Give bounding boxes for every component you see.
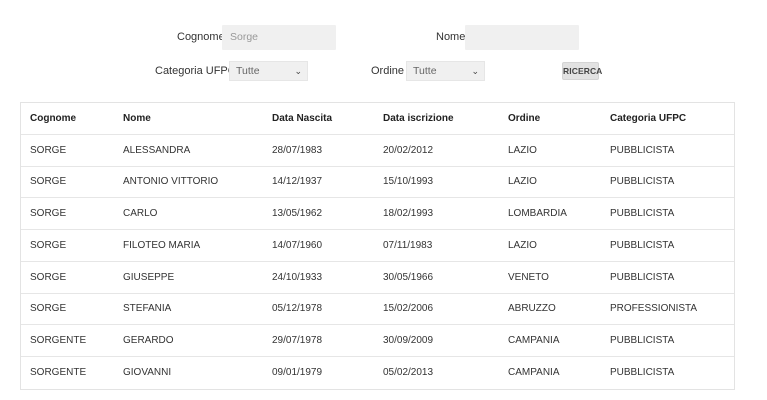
nome-label: Nome	[436, 31, 466, 43]
cell-data-nascita: 09/01/1979	[272, 367, 323, 379]
cognome-input[interactable]: Sorge	[222, 25, 336, 50]
table-row[interactable]: SORGENTE GIOVANNI 09/01/1979 05/02/2013 …	[21, 357, 734, 389]
cell-categoria-ufpc: PUBBLICISTA	[610, 271, 675, 283]
cell-data-iscrizione: 05/02/2013	[383, 367, 434, 379]
ordine-label: Ordine	[371, 65, 405, 77]
results-table: Cognome Nome Data Nascita Data iscrizion…	[20, 102, 735, 390]
nome-input[interactable]	[465, 25, 579, 50]
header-ordine: Ordine	[508, 112, 541, 124]
cell-nome: STEFANIA	[123, 303, 172, 315]
categoria-ufpc-select[interactable]: Tutte ⌄	[229, 61, 308, 81]
cell-data-nascita: 29/07/1978	[272, 335, 323, 347]
cell-cognome: SORGE	[30, 271, 67, 283]
cell-data-nascita: 24/10/1933	[272, 271, 323, 283]
cell-data-iscrizione: 15/02/2006	[383, 303, 434, 315]
cell-nome: CARLO	[123, 208, 158, 220]
cell-nome: ALESSANDRA	[123, 144, 191, 156]
categoria-ufpc-selected: Tutte	[236, 65, 260, 77]
header-nome: Nome	[123, 112, 151, 124]
cell-ordine: LAZIO	[508, 239, 537, 251]
cell-cognome: SORGENTE	[30, 335, 87, 347]
cell-cognome: SORGE	[30, 176, 67, 188]
cell-ordine: LOMBARDIA	[508, 208, 567, 220]
cell-data-nascita: 14/12/1937	[272, 176, 323, 188]
cell-categoria-ufpc: PUBBLICISTA	[610, 208, 675, 220]
cell-ordine: CAMPANIA	[508, 367, 560, 379]
table-row[interactable]: SORGENTE GERARDO 29/07/1978 30/09/2009 C…	[21, 325, 734, 357]
cell-cognome: SORGE	[30, 239, 67, 251]
cell-data-iscrizione: 30/05/1966	[383, 271, 434, 283]
table-row[interactable]: SORGE FILOTEO MARIA 14/07/1960 07/11/198…	[21, 230, 734, 262]
table-row[interactable]: SORGE STEFANIA 05/12/1978 15/02/2006 ABR…	[21, 294, 734, 326]
cell-categoria-ufpc: PUBBLICISTA	[610, 239, 675, 251]
ordine-select[interactable]: Tutte ⌄	[406, 61, 485, 81]
cell-data-nascita: 05/12/1978	[272, 303, 323, 315]
ordine-selected: Tutte	[413, 65, 437, 77]
table-row[interactable]: SORGE GIUSEPPE 24/10/1933 30/05/1966 VEN…	[21, 262, 734, 294]
table-row[interactable]: SORGE ALESSANDRA 28/07/1983 20/02/2012 L…	[21, 135, 734, 167]
cell-ordine: LAZIO	[508, 144, 537, 156]
cell-nome: GERARDO	[123, 335, 174, 347]
table-row[interactable]: SORGE ANTONIO VITTORIO 14/12/1937 15/10/…	[21, 167, 734, 199]
header-data-iscrizione: Data iscrizione	[383, 112, 454, 124]
cell-nome: GIUSEPPE	[123, 271, 175, 283]
cell-nome: ANTONIO VITTORIO	[123, 176, 219, 188]
cell-data-iscrizione: 18/02/1993	[383, 208, 434, 220]
cognome-label: Cognome	[177, 31, 225, 43]
header-categoria-ufpc: Categoria UFPC	[610, 112, 687, 124]
cell-data-iscrizione: 07/11/1983	[383, 239, 433, 251]
chevron-down-icon: ⌄	[294, 66, 302, 76]
cell-ordine: LAZIO	[508, 176, 537, 188]
table-row[interactable]: SORGE CARLO 13/05/1962 18/02/1993 LOMBAR…	[21, 198, 734, 230]
cell-categoria-ufpc: PUBBLICISTA	[610, 335, 675, 347]
cell-categoria-ufpc: PUBBLICISTA	[610, 144, 675, 156]
cell-cognome: SORGE	[30, 208, 67, 220]
table-header-row: Cognome Nome Data Nascita Data iscrizion…	[21, 103, 734, 135]
cell-categoria-ufpc: PUBBLICISTA	[610, 367, 675, 379]
cell-data-nascita: 28/07/1983	[272, 144, 323, 156]
cell-ordine: CAMPANIA	[508, 335, 560, 347]
cell-cognome: SORGE	[30, 144, 67, 156]
header-cognome: Cognome	[30, 112, 77, 124]
cell-cognome: SORGENTE	[30, 367, 87, 379]
header-data-nascita: Data Nascita	[272, 112, 333, 124]
cell-categoria-ufpc: PROFESSIONISTA	[610, 303, 698, 315]
search-form: Cognome Sorge Nome Categoria UFPC Tutte …	[0, 0, 767, 95]
cell-cognome: SORGE	[30, 303, 67, 315]
cell-data-iscrizione: 30/09/2009	[383, 335, 434, 347]
cell-data-nascita: 13/05/1962	[272, 208, 323, 220]
cell-ordine: ABRUZZO	[508, 303, 556, 315]
cell-ordine: VENETO	[508, 271, 549, 283]
cell-nome: GIOVANNI	[123, 367, 172, 379]
categoria-ufpc-label: Categoria UFPC	[155, 65, 236, 77]
cell-data-iscrizione: 20/02/2012	[383, 144, 434, 156]
cell-data-iscrizione: 15/10/1993	[383, 176, 434, 188]
cell-nome: FILOTEO MARIA	[123, 239, 201, 251]
cell-data-nascita: 14/07/1960	[272, 239, 323, 251]
cell-categoria-ufpc: PUBBLICISTA	[610, 176, 675, 188]
ricerca-button[interactable]: RICERCA	[562, 62, 602, 80]
chevron-down-icon: ⌄	[471, 66, 479, 76]
